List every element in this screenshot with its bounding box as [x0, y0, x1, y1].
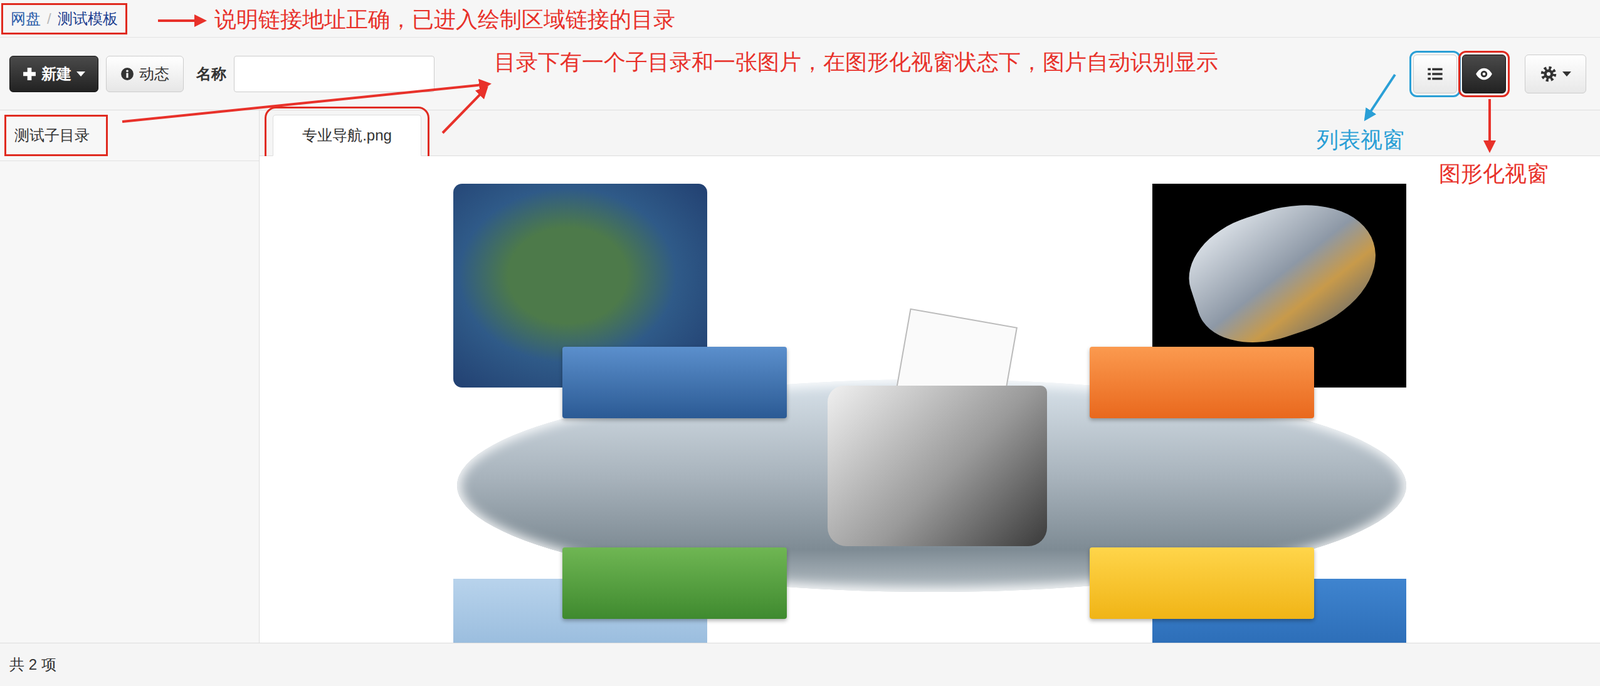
- annotation-arrow-icon: [442, 87, 487, 133]
- breadcrumb-bar: 网盘 / 测试模板: [0, 0, 1600, 38]
- plus-icon: [22, 67, 37, 81]
- file-tab[interactable]: 专业导航.png: [272, 114, 422, 157]
- picture-label: [1089, 547, 1315, 619]
- picture-folder: [827, 316, 1048, 547]
- gear-icon: [1539, 65, 1558, 83]
- list-view-button[interactable]: [1413, 54, 1458, 94]
- annotation-arrow-icon: [1365, 74, 1395, 120]
- annotation-arrow-icon: [122, 84, 490, 122]
- graphic-view-button[interactable]: [1462, 54, 1506, 94]
- content-area: 测试子目录 专业导航.png: [0, 110, 1600, 643]
- folder-name: 测试子目录: [6, 116, 106, 155]
- annotation-note: 列表视窗: [1316, 126, 1405, 153]
- tab-bar: 专业导航.png: [259, 110, 1600, 157]
- picture-label: [562, 346, 787, 419]
- settings-button[interactable]: [1524, 54, 1587, 94]
- breadcrumb-separator: /: [47, 10, 52, 28]
- picture-label: [562, 547, 787, 619]
- caret-icon: [76, 71, 86, 77]
- breadcrumb-link[interactable]: 网盘: [10, 8, 41, 29]
- image-preview: [259, 156, 1600, 643]
- sidebar: 测试子目录: [0, 110, 260, 643]
- annotation-note: 图形化视窗: [1438, 160, 1549, 187]
- annotation-note: 说明链接地址正确，已进入绘制区域链接的目录: [214, 6, 676, 33]
- breadcrumb-link[interactable]: 测试模板: [57, 8, 118, 29]
- annotation-arrow-icon: [1488, 99, 1491, 151]
- breadcrumb: 网盘 / 测试模板: [3, 5, 126, 33]
- annotation-arrow-icon: [157, 19, 205, 22]
- new-button[interactable]: 新建: [9, 55, 99, 93]
- activity-button[interactable]: 动态: [105, 55, 184, 93]
- eye-icon: [1475, 65, 1493, 83]
- navigation-image: [453, 183, 1407, 643]
- toolbar: 新建 动态 名称: [0, 37, 1600, 111]
- list-icon: [1426, 65, 1444, 83]
- annotation-note: 目录下有一个子目录和一张图片，在图形化视窗状态下，图片自动识别显示: [494, 48, 1219, 76]
- preview-panel: 专业导航.png: [259, 110, 1600, 643]
- info-icon: [120, 67, 135, 81]
- status-bar: 共 2 项: [0, 642, 1600, 686]
- sidebar-item[interactable]: 测试子目录: [0, 110, 259, 162]
- name-filter-label: 名称: [196, 63, 227, 85]
- caret-icon: [1562, 71, 1572, 77]
- annotation-arrows: [0, 0, 1600, 686]
- name-filter-input[interactable]: [233, 55, 435, 93]
- picture-label: [1089, 346, 1315, 419]
- view-controls: [1413, 54, 1587, 94]
- netdisk-app: 网盘 / 测试模板 新建 动态 名称 测试子目录 专业导航.png 共 2 项 说…: [0, 0, 1600, 686]
